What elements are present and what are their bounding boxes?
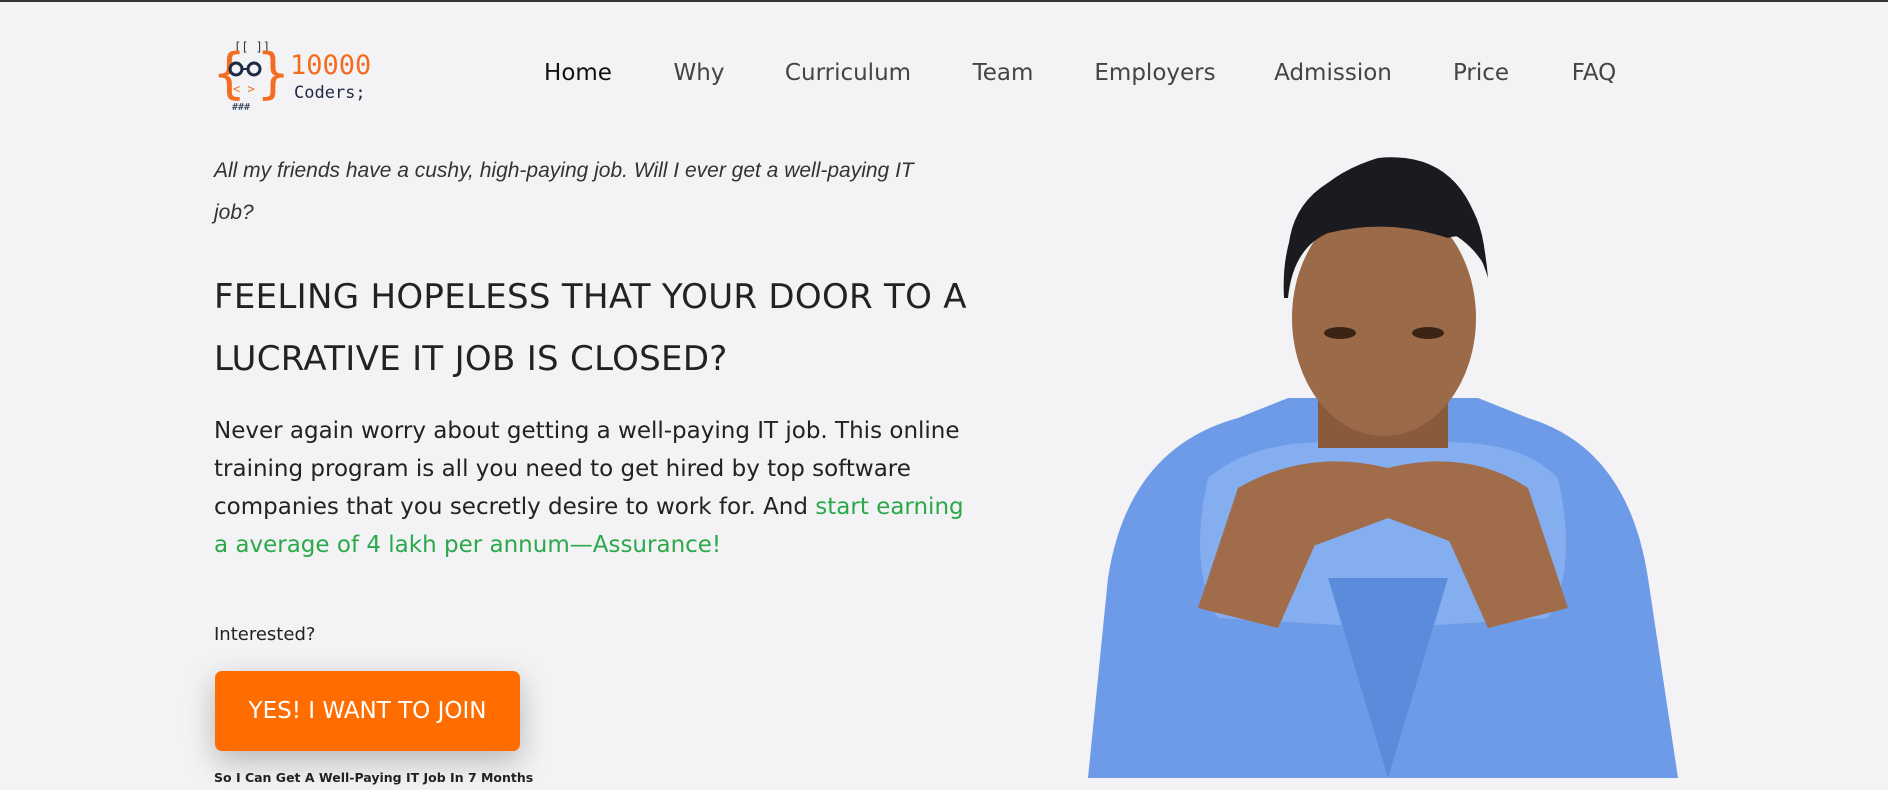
- nav-team[interactable]: Team: [973, 60, 1034, 86]
- nav-curriculum[interactable]: Curriculum: [785, 60, 911, 86]
- hero-quote: All my friends have a cushy, high-paying…: [214, 159, 914, 224]
- svg-text:###: ###: [232, 102, 250, 113]
- nav-faq[interactable]: FAQ: [1572, 60, 1617, 86]
- top-border: [0, 0, 1888, 2]
- thinking-man-image: [1088, 157, 1678, 778]
- cta-subtext: So I Can Get A Well-Paying IT Job In 7 M…: [214, 770, 534, 785]
- hero-paragraph: Never again worry about getting a well-p…: [214, 412, 974, 564]
- hero-image: [1088, 148, 1678, 778]
- nav-why[interactable]: Why: [674, 60, 725, 86]
- nav-employers[interactable]: Employers: [1094, 60, 1215, 86]
- nav-admission[interactable]: Admission: [1274, 60, 1392, 86]
- interested-label: Interested?: [214, 624, 316, 645]
- main-nav: Home Why Curriculum Team Employers Admis…: [0, 60, 1888, 94]
- nav-price[interactable]: Price: [1453, 60, 1509, 86]
- hero-heading: FEELING HOPELESS THAT YOUR DOOR TO A LUC…: [214, 277, 967, 379]
- join-button[interactable]: YES! I WANT TO JOIN: [215, 671, 520, 751]
- nav-home[interactable]: Home: [544, 60, 612, 86]
